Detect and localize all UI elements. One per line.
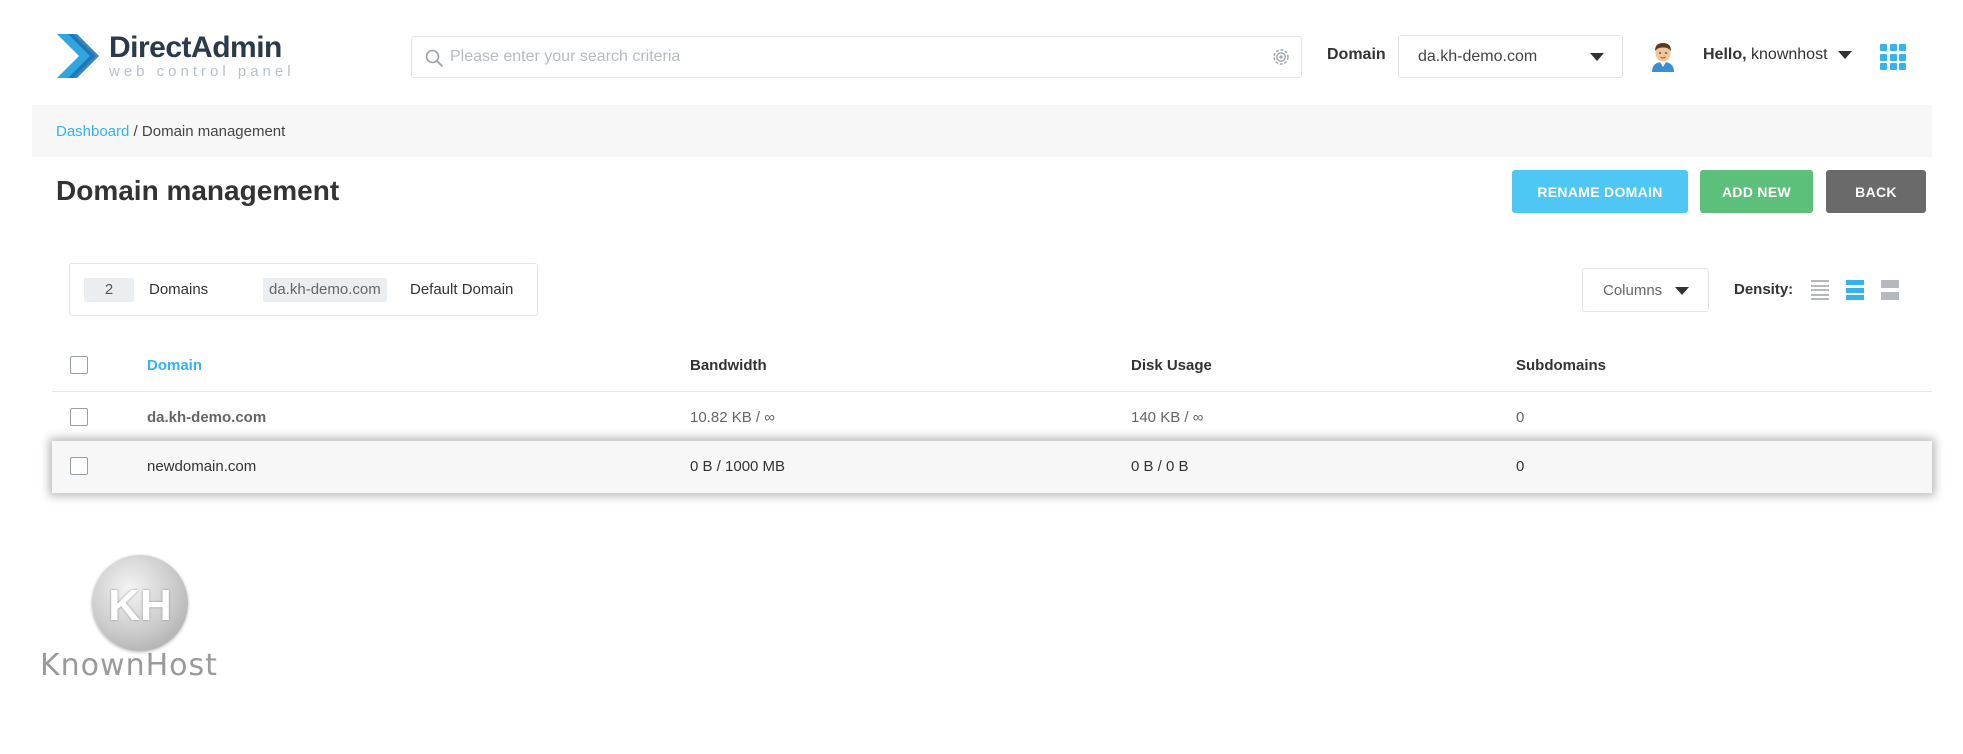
apps-grid-icon[interactable] bbox=[1880, 44, 1906, 70]
row-checkbox[interactable] bbox=[70, 457, 88, 475]
gear-icon[interactable] bbox=[1271, 47, 1291, 67]
watermark-text: KnownHost bbox=[40, 648, 218, 683]
back-button[interactable]: BACK bbox=[1826, 170, 1926, 213]
breadcrumb: Dashboard / Domain management bbox=[56, 123, 285, 140]
username: knownhost bbox=[1751, 46, 1828, 63]
breadcrumb-current: Domain management bbox=[141, 123, 286, 140]
breadcrumb-separator: / bbox=[129, 123, 142, 140]
row-subdomains: 0 bbox=[1516, 458, 1525, 475]
breadcrumb-bar: Dashboard / Domain management bbox=[32, 105, 1932, 157]
user-avatar[interactable] bbox=[1648, 40, 1678, 72]
directadmin-logo[interactable]: DirectAdmin web control panel bbox=[55, 28, 295, 84]
column-header-bandwidth[interactable]: Bandwidth bbox=[690, 357, 767, 374]
logo-subtitle: web control panel bbox=[109, 62, 295, 80]
table-row[interactable]: da.kh-demo.com 10.82 KB / ∞ 140 KB / ∞ 0 bbox=[52, 392, 1932, 444]
column-header-subdomains[interactable]: Subdomains bbox=[1516, 357, 1606, 374]
page-title: Domain management bbox=[56, 175, 340, 206]
watermark-monogram: KH bbox=[108, 581, 172, 630]
domain-stats: 2 Domains da.kh-demo.com Default Domain bbox=[69, 263, 538, 316]
row-domain[interactable]: da.kh-demo.com bbox=[147, 409, 266, 426]
density-label: Density: bbox=[1734, 281, 1794, 298]
table-header: Domain Bandwidth Disk Usage Subdomains bbox=[52, 340, 1932, 392]
default-domain-badge: da.kh-demo.com bbox=[263, 278, 387, 302]
row-disk-usage: 140 KB / ∞ bbox=[1131, 409, 1204, 426]
columns-label: Columns bbox=[1603, 282, 1663, 299]
add-new-button[interactable]: ADD NEW bbox=[1700, 170, 1813, 213]
search-icon bbox=[425, 49, 443, 67]
table-row-highlighted[interactable]: newdomain.com 0 B / 1000 MB 0 B / 0 B 0 bbox=[52, 441, 1932, 493]
user-greeting[interactable]: Hello, knownhost bbox=[1703, 46, 1828, 64]
breadcrumb-dashboard-link[interactable]: Dashboard bbox=[56, 123, 129, 140]
rename-domain-button[interactable]: RENAME DOMAIN bbox=[1512, 170, 1688, 213]
row-disk-usage: 0 B / 0 B bbox=[1131, 458, 1189, 475]
domain-select-value: da.kh-demo.com bbox=[1418, 48, 1538, 65]
row-bandwidth: 0 B / 1000 MB bbox=[690, 458, 786, 475]
row-subdomains: 0 bbox=[1516, 409, 1525, 426]
domain-select[interactable]: da.kh-demo.com bbox=[1398, 35, 1623, 78]
density-medium-icon[interactable] bbox=[1846, 280, 1864, 300]
domain-count-label: Domains bbox=[149, 281, 209, 298]
logo-title: DirectAdmin bbox=[109, 30, 282, 64]
select-all-checkbox[interactable] bbox=[70, 356, 88, 374]
chevron-down-icon bbox=[1590, 53, 1604, 61]
density-compact-icon[interactable] bbox=[1811, 280, 1829, 300]
default-domain-label: Default Domain bbox=[410, 281, 514, 298]
row-domain[interactable]: newdomain.com bbox=[147, 458, 256, 475]
knownhost-logo-icon: KH bbox=[92, 555, 188, 651]
row-bandwidth: 10.82 KB / ∞ bbox=[690, 409, 775, 426]
chevron-down-icon bbox=[1675, 287, 1689, 295]
top-header: DirectAdmin web control panel Domain da.… bbox=[0, 0, 1963, 105]
search-box bbox=[411, 36, 1302, 78]
domain-label: Domain bbox=[1327, 46, 1386, 63]
user-menu-chevron-down-icon[interactable] bbox=[1838, 51, 1852, 59]
domain-count-badge: 2 bbox=[84, 278, 134, 302]
search-input[interactable] bbox=[450, 37, 1250, 77]
columns-dropdown[interactable]: Columns bbox=[1582, 268, 1709, 312]
column-header-disk-usage[interactable]: Disk Usage bbox=[1131, 357, 1212, 374]
column-header-domain[interactable]: Domain bbox=[147, 357, 202, 374]
knownhost-watermark: KH KnownHost bbox=[36, 552, 246, 683]
logo-chevron-icon bbox=[57, 34, 99, 78]
hello-prefix: Hello, bbox=[1703, 46, 1747, 63]
density-comfortable-icon[interactable] bbox=[1881, 280, 1899, 300]
row-checkbox[interactable] bbox=[70, 408, 88, 426]
